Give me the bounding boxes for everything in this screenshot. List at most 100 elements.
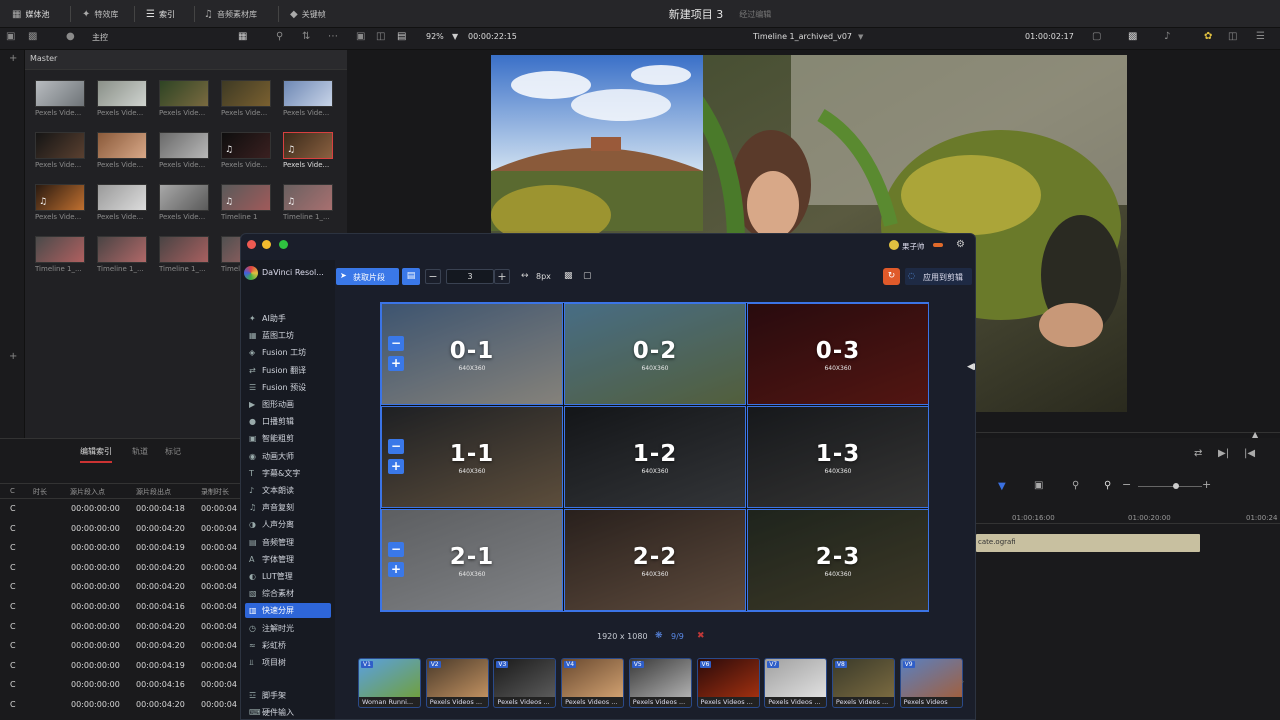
table-row[interactable]: C 00:00:00:00 00:00:04:20 00:00:04 bbox=[0, 519, 245, 538]
col-c[interactable]: C bbox=[10, 487, 15, 495]
clip-thumbnail bbox=[283, 80, 333, 107]
loop-icon[interactable]: ⇄ bbox=[1194, 448, 1202, 459]
media-clip[interactable]: ♫ Timeline 1 bbox=[221, 184, 273, 222]
clip-thumbnail-card[interactable]: V7 Pexels Videos ... bbox=[764, 658, 828, 708]
media-clip[interactable]: Pexels Vide... bbox=[97, 184, 149, 222]
table-row[interactable]: C 00:00:00:00 00:00:04:19 00:00:04 bbox=[0, 538, 245, 557]
row-source-in-cell: 00:00:00:00 bbox=[71, 700, 120, 709]
table-row[interactable]: C 00:00:00:00 00:00:04:16 00:00:04 bbox=[0, 597, 245, 616]
media-clip[interactable]: Pexels Vide... bbox=[35, 80, 87, 118]
tab-markers[interactable]: 标记 bbox=[165, 446, 181, 457]
table-row[interactable]: C 00:00:00:00 00:00:04:20 00:00:04 bbox=[0, 636, 245, 655]
view-icon[interactable]: ▩ bbox=[28, 31, 37, 42]
col-duration[interactable]: 时长 bbox=[33, 487, 47, 497]
clip-thumbnail-card[interactable]: V2 Pexels Videos ... bbox=[425, 658, 489, 708]
col-source-out[interactable]: 源片段出点 bbox=[136, 487, 171, 497]
media-clip[interactable]: Pexels Vide... bbox=[35, 132, 87, 170]
options-icon[interactable]: ☰ bbox=[1256, 31, 1265, 42]
table-row[interactable]: C 00:00:00:00 00:00:04:20 00:00:04 bbox=[0, 558, 245, 577]
monitor-icon[interactable]: ▣ bbox=[356, 31, 365, 42]
clip-thumbnail bbox=[159, 184, 209, 211]
effects-tab[interactable]: ✦ 特效库 bbox=[82, 0, 118, 28]
clip-thumbnail-card[interactable]: V6 Pexels Videos ... bbox=[696, 658, 760, 708]
keyframes-tab[interactable]: ◆ 关键帧 bbox=[290, 0, 326, 28]
zoom-in-icon[interactable]: + bbox=[1202, 478, 1211, 491]
prev-frame-icon[interactable]: |◀ bbox=[1244, 448, 1255, 459]
index-tab[interactable]: ☰ 索引 bbox=[146, 0, 175, 28]
media-clip[interactable]: Pexels Vide... bbox=[221, 80, 273, 118]
table-row[interactable]: C 00:00:00:00 00:00:04:20 00:00:04 bbox=[0, 695, 245, 714]
table-row[interactable]: C 00:00:00:00 00:00:04:20 00:00:04 bbox=[0, 617, 245, 636]
zoom-out-icon[interactable]: − bbox=[1122, 478, 1131, 491]
panel-icon[interactable]: ◫ bbox=[1228, 31, 1237, 42]
thumbnail-image: V8 bbox=[832, 659, 894, 697]
user-icon[interactable]: ● bbox=[66, 31, 75, 42]
media-clip[interactable]: Pexels Vide... bbox=[283, 80, 335, 118]
add-smart-bin-icon[interactable]: + bbox=[9, 351, 17, 362]
clip-thumbnail-card[interactable]: V1 Woman Runni... bbox=[358, 658, 421, 708]
zoom-detail-icon[interactable]: ⚲ bbox=[1072, 480, 1079, 491]
viewer-mode-icon[interactable]: ▤ bbox=[397, 31, 406, 42]
row-record-cell: 00:00:04 bbox=[201, 700, 237, 709]
timeline-clip[interactable]: cate.ografi bbox=[976, 534, 1200, 552]
col-source-in[interactable]: 源片段入点 bbox=[70, 487, 105, 497]
index-icon: ☰ bbox=[146, 8, 155, 20]
audio-icon[interactable]: ♪ bbox=[1164, 31, 1170, 42]
more-icon[interactable]: ⋯ bbox=[328, 31, 338, 42]
table-row[interactable]: C 00:00:00:00 00:00:04:16 00:00:04 bbox=[0, 675, 245, 694]
zoom-fit-icon[interactable]: ▣ bbox=[1034, 480, 1043, 491]
row-source-out-cell: 00:00:04:19 bbox=[136, 543, 185, 553]
row-source-out-cell: 00:00:04:20 bbox=[136, 641, 185, 651]
media-clip[interactable]: Timeline 1_... bbox=[159, 236, 211, 274]
zoom-select[interactable]: 92% bbox=[426, 32, 444, 41]
next-frame-icon[interactable]: ▶| bbox=[1218, 448, 1229, 459]
clip-thumbnail-card[interactable]: V4 Pexels Videos ... bbox=[561, 658, 625, 708]
clip-thumbnail-card[interactable]: V9 Pexels Videos bbox=[899, 658, 963, 708]
media-clip[interactable]: Timeline 1_... bbox=[97, 236, 149, 274]
zoom-slider-track[interactable] bbox=[1138, 486, 1202, 487]
search-icon[interactable]: ⚲ bbox=[276, 31, 283, 42]
media-clip[interactable]: ♫ Pexels Vide... bbox=[221, 132, 273, 170]
row-source-out-cell: 00:00:04:20 bbox=[136, 700, 185, 709]
media-clip[interactable]: Pexels Vide... bbox=[97, 80, 149, 118]
layout-icon[interactable]: ▣ bbox=[6, 31, 15, 42]
zoom-custom-icon[interactable]: ⚲ bbox=[1104, 480, 1111, 491]
clip-thumbnail-card[interactable]: V3 Pexels Videos ... bbox=[493, 658, 557, 708]
media-clip[interactable]: Pexels Vide... bbox=[159, 132, 211, 170]
timeline-chevron-icon[interactable]: ▼ bbox=[858, 33, 863, 41]
marker-icon[interactable]: ▼ bbox=[998, 481, 1006, 492]
media-clip[interactable]: ♫ Pexels Vide... bbox=[283, 132, 335, 170]
table-row[interactable]: C 00:00:00:00 00:00:04:19 00:00:04 bbox=[0, 656, 245, 675]
media-pool-tab[interactable]: ▦ 媒体池 bbox=[12, 0, 49, 28]
grid-view-icon[interactable]: ▦ bbox=[238, 31, 247, 42]
media-clip[interactable]: Pexels Vide... bbox=[159, 80, 211, 118]
media-clip[interactable]: Pexels Vide... bbox=[159, 184, 211, 222]
effects-icon: ✦ bbox=[82, 8, 91, 20]
sort-icon[interactable]: ⇅ bbox=[302, 31, 310, 42]
zoom-slider-thumb[interactable] bbox=[1173, 483, 1179, 489]
row-source-in-cell: 00:00:00:00 bbox=[71, 523, 120, 533]
tab-tracks[interactable]: 轨道 bbox=[132, 446, 148, 457]
clip-thumbnail-card[interactable]: V5 Pexels Videos ... bbox=[628, 658, 692, 708]
split-view-icon[interactable]: ◫ bbox=[376, 31, 385, 42]
secondary-toolbar: ▣ ▩ ● 主控 ▦ ⚲ ⇅ ⋯ ▣ ◫ ▤ 92% ▼ 00:00:22:15… bbox=[0, 28, 1280, 50]
sound-library-tab[interactable]: ♫ 音频素材库 bbox=[204, 0, 257, 28]
media-clip[interactable]: Pexels Vide... bbox=[97, 132, 149, 170]
audio-icon: ♫ bbox=[287, 197, 296, 207]
media-clip[interactable]: ♫ Pexels Vide... bbox=[35, 184, 87, 222]
col-record-duration[interactable]: 录制时长 bbox=[201, 487, 229, 497]
tab-edit-index[interactable]: 编辑索引 bbox=[80, 446, 112, 463]
media-clip[interactable]: ♫ Timeline 1_... bbox=[283, 184, 335, 222]
timeline-name[interactable]: Timeline 1_archived_v07 bbox=[753, 32, 852, 41]
clip-thumbnail-card[interactable]: V8 Pexels Videos ... bbox=[831, 658, 895, 708]
table-row[interactable]: C 00:00:00:00 00:00:04:20 00:00:04 bbox=[0, 577, 245, 596]
add-bin-icon[interactable]: + bbox=[9, 53, 17, 64]
color-icon[interactable]: ✿ bbox=[1204, 31, 1212, 42]
table-row[interactable]: C 00:00:00:00 00:00:04:18 00:00:04 bbox=[0, 499, 245, 518]
row-source-out-cell: 00:00:04:19 bbox=[136, 660, 185, 670]
scroll-right-icon[interactable]: › bbox=[961, 677, 964, 686]
chevron-down-icon[interactable]: ▼ bbox=[452, 32, 458, 41]
media-clip[interactable]: Timeline 1_... bbox=[35, 236, 87, 274]
output-icon[interactable]: ▩ bbox=[1128, 31, 1137, 42]
clip-icon[interactable]: ▢ bbox=[1092, 31, 1101, 42]
